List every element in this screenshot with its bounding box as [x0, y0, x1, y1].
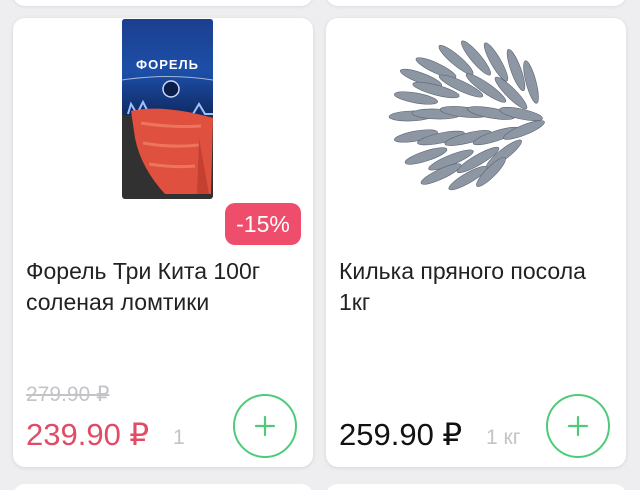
- old-price: 279.90 ₽: [26, 383, 110, 406]
- package-label: ФОРЕЛЬ: [135, 57, 199, 72]
- plus-icon: [254, 415, 276, 437]
- current-price: 259.90 ₽: [339, 417, 463, 452]
- unit-label: 1 кг: [486, 426, 521, 449]
- sprats-fish-icon: [388, 40, 545, 191]
- card-top-stub-right: [326, 0, 626, 6]
- add-to-cart-button[interactable]: [233, 394, 297, 458]
- product-card-trout[interactable]: ФОРЕЛЬ -15% Форель Три Кита 100г соленая…: [13, 18, 313, 467]
- card-bottom-stub-left: [13, 484, 313, 490]
- product-title[interactable]: Форель Три Кита 100г соленая ломтики: [26, 256, 306, 318]
- add-to-cart-button[interactable]: [546, 394, 610, 458]
- product-title[interactable]: Килька пряного посола 1кг: [339, 256, 619, 318]
- current-price: 239.90 ₽: [26, 417, 150, 452]
- product-card-sprats[interactable]: Килька пряного посола 1кг 259.90 ₽ 1 кг: [326, 18, 626, 467]
- product-image[interactable]: [326, 18, 626, 253]
- discount-badge: -15%: [225, 203, 301, 245]
- plus-icon: [567, 415, 589, 437]
- card-bottom-stub-right: [326, 484, 626, 490]
- card-top-stub-left: [13, 0, 313, 6]
- unit-label: 1: [173, 426, 185, 449]
